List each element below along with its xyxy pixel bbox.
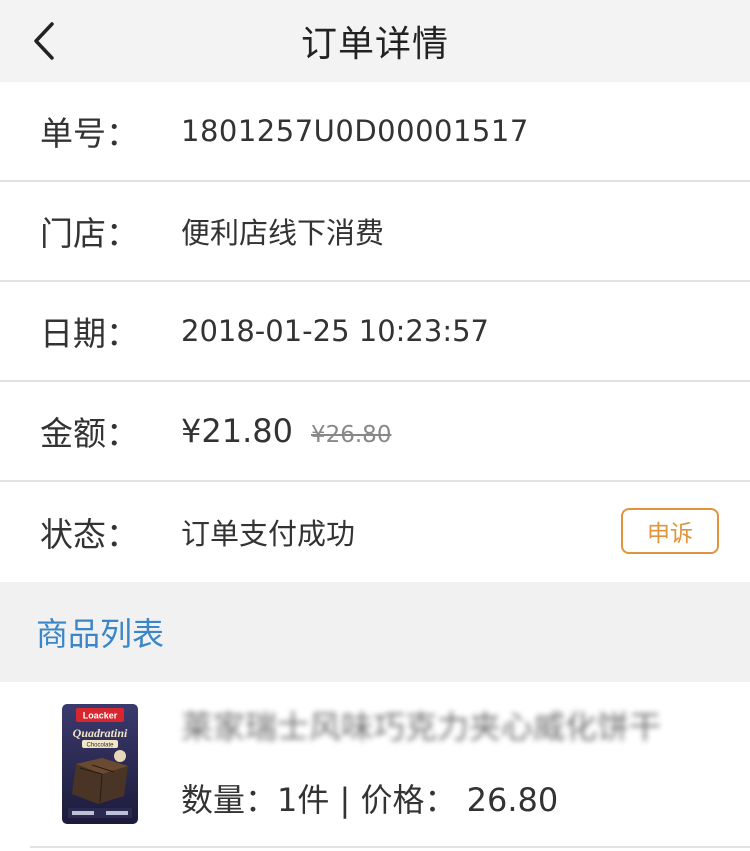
status-label: 状态：: [40, 515, 139, 554]
divider: [30, 846, 750, 848]
page-title: 订单详情: [300, 24, 449, 65]
product-meta: 数量：1件 | 价格： 26.80: [181, 781, 559, 819]
nav-bar: 订单详情: [0, 0, 750, 82]
store-label: 门店：: [40, 214, 139, 253]
product-list-header: 商品列表: [0, 582, 750, 682]
product-name: 莱家瑞士风味巧克力夹心威化饼干: [181, 708, 662, 746]
product-logo-text: Quadratini: [73, 726, 128, 740]
list-item[interactable]: Loacker Quadratini Chocolate 莱家瑞士风味巧克力夹心…: [0, 682, 750, 851]
amount-row: 金额： ¥21.80 ¥26.80: [0, 382, 750, 482]
amount-original: ¥26.80: [310, 422, 392, 448]
date-value: 2018-01-25 10:23:57: [181, 314, 489, 348]
order-number-value: 1801257U0D00001517: [181, 114, 529, 148]
amount-paid: ¥21.80: [181, 412, 293, 450]
product-thumbnail: Loacker Quadratini Chocolate: [62, 704, 138, 824]
flavor-text: Chocolate: [86, 743, 114, 749]
store-value: 便利店线下消费: [181, 216, 385, 250]
back-button[interactable]: [28, 20, 68, 62]
amount-label: 金额：: [40, 414, 139, 453]
complain-button[interactable]: 申诉: [621, 508, 719, 554]
product-list-title: 商品列表: [36, 615, 165, 653]
status-row: 状态： 订单支付成功 申诉: [0, 482, 750, 582]
amount-value-group: ¥21.80 ¥26.80: [181, 412, 391, 450]
status-value: 订单支付成功: [181, 517, 356, 551]
order-number-label: 单号：: [40, 114, 139, 153]
chevron-left-icon: [34, 22, 54, 60]
store-row: 门店： 便利店线下消费: [0, 182, 750, 282]
brand-logo-text: Loacker: [83, 711, 118, 721]
order-number-row: 单号： 1801257U0D00001517: [0, 82, 750, 182]
date-label: 日期：: [40, 314, 139, 353]
date-row: 日期： 2018-01-25 10:23:57: [0, 282, 750, 382]
